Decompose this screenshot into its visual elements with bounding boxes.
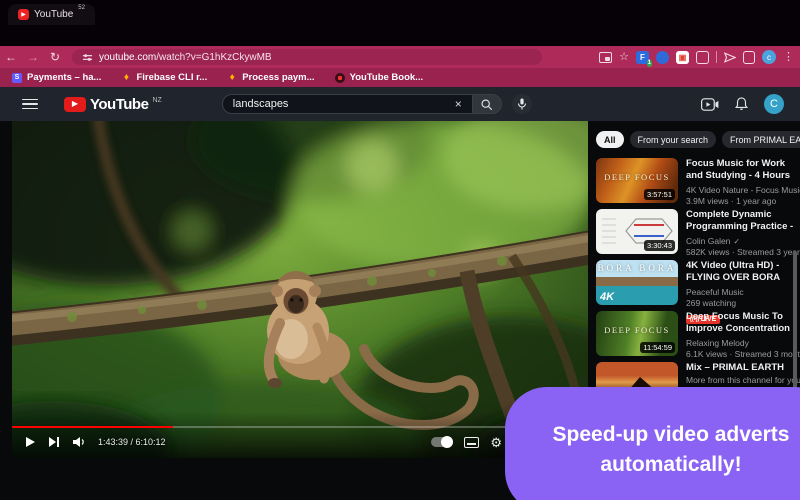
thumbnail: DEEP FOCUS 3:57:51 [596,158,678,203]
voice-search-button[interactable] [512,94,532,114]
duration-badge: 3:57:51 [644,189,675,200]
suggested-video-2[interactable]: 3:30:43 Complete Dynamic Programming Pra… [596,209,794,254]
bookmark-process-payments[interactable]: ♦ Process paym... [227,72,314,83]
mic-icon [517,98,527,110]
region-code: NZ [152,97,161,104]
browser-window: ▶ YouTube 52 ← → ↻ youtube.com/watch?v=G… [0,0,800,500]
side-panel-icon[interactable] [743,51,755,64]
flame-icon: ♦ [227,73,237,83]
search-button[interactable] [472,94,502,114]
flame-icon: ♦ [121,73,131,83]
verified-badge-icon: ✓ [733,237,740,246]
suggested-video-1[interactable]: DEEP FOCUS 3:57:51 Focus Music for Work … [596,158,794,203]
thumbnail-4k-label: 4K [600,291,614,303]
forward-icon[interactable]: → [22,50,44,64]
extensions-puzzle-icon[interactable] [696,51,709,64]
extension-icon[interactable] [656,51,669,64]
clear-search-icon[interactable]: × [455,98,462,110]
scrollbar[interactable] [793,251,797,391]
divider [716,51,717,63]
reload-icon[interactable]: ↻ [44,50,66,64]
url-text: youtube.com/watch?v=G1hKzCkywMB [99,52,272,63]
extension-firebase-icon[interactable]: F 1 [636,51,649,64]
suggestions-sidebar: All From your search From PRIMAL EARTH ›… [594,121,794,413]
stripe-icon: S [12,73,22,83]
next-button[interactable] [48,436,60,448]
promo-text: Speed-up video adverts automatically! [526,420,800,481]
chip-all[interactable]: All [596,131,624,148]
youtube-bookmark-icon [335,73,345,83]
bookmarks-bar: S Payments – ha... ♦ Firebase CLI r... ♦… [0,68,800,87]
tab-preview-icon[interactable] [599,52,612,63]
thumbnail: BORA BORA 4K [596,260,678,305]
play-button[interactable] [24,436,36,448]
search-input[interactable]: landscapes × [222,94,472,114]
duration-badge: 3:30:43 [644,240,675,251]
youtube-header: ▶ YouTube NZ landscapes × [0,87,800,121]
chip-from-your-search[interactable]: From your search [630,131,717,148]
back-icon[interactable]: ← [0,50,22,64]
youtube-logo[interactable]: ▶ YouTube NZ [64,96,162,113]
progress-bar[interactable] [12,426,588,429]
browser-tab-youtube[interactable]: ▶ YouTube 52 [8,4,95,25]
video-player[interactable]: 1:43:39 / 6:10:12 ⚙ [12,121,588,458]
create-icon[interactable] [701,98,719,111]
settings-gear-icon[interactable]: ⚙ [490,436,502,449]
bookmark-payments[interactable]: S Payments – ha... [12,72,101,83]
bookmark-youtube-book[interactable]: YouTube Book... [335,72,424,83]
tab-badge: 52 [78,5,85,11]
volume-icon[interactable] [72,436,86,448]
extension-icon[interactable]: ▣ [676,51,689,64]
suggested-video-3[interactable]: BORA BORA 4K 4K Video (Ultra HD) - FLYIN… [596,260,794,305]
subtitles-icon[interactable] [464,437,479,448]
search-icon [480,98,493,111]
duration-badge: 11:54:59 [640,342,675,353]
address-bar[interactable]: youtube.com/watch?v=G1hKzCkywMB [72,49,542,65]
player-controls: 1:43:39 / 6:10:12 ⚙ [12,430,588,454]
share-icon[interactable] [724,52,736,63]
time-display: 1:43:39 / 6:10:12 [98,437,166,447]
bookmark-firebase-cli[interactable]: ♦ Firebase CLI r... [121,72,207,83]
tune-icon [82,52,93,63]
thumbnail: DEEP FOCUS 11:54:59 [596,311,678,356]
notifications-bell-icon[interactable] [735,97,748,111]
youtube-avatar[interactable]: C [764,94,784,114]
thumbnail: 3:30:43 [596,209,678,254]
browser-toolbar: ← → ↻ youtube.com/watch?v=G1hKzCkywMB ☆ … [0,46,800,68]
browser-menu-icon[interactable]: ⋮ [783,52,794,63]
youtube-play-logo-icon: ▶ [64,97,86,112]
filter-chips: All From your search From PRIMAL EARTH › [596,131,794,148]
browser-profile-avatar[interactable]: c [762,50,776,64]
autoplay-toggle[interactable] [431,437,453,447]
tab-title: YouTube [34,9,73,20]
chip-from-primal-earth[interactable]: From PRIMAL EARTH [722,131,800,148]
promo-callout-bubble: Speed-up video adverts automatically! [505,387,800,500]
bookmark-star-icon[interactable]: ☆ [619,52,629,63]
video-frame-monkey-on-branch [12,121,588,458]
tab-strip: ▶ YouTube 52 [0,0,800,46]
guide-menu-icon[interactable] [22,99,38,110]
suggested-video-4[interactable]: DEEP FOCUS 11:54:59 Deep Focus Music To … [596,311,794,356]
progress-played [12,426,173,429]
youtube-favicon-icon: ▶ [18,9,29,20]
